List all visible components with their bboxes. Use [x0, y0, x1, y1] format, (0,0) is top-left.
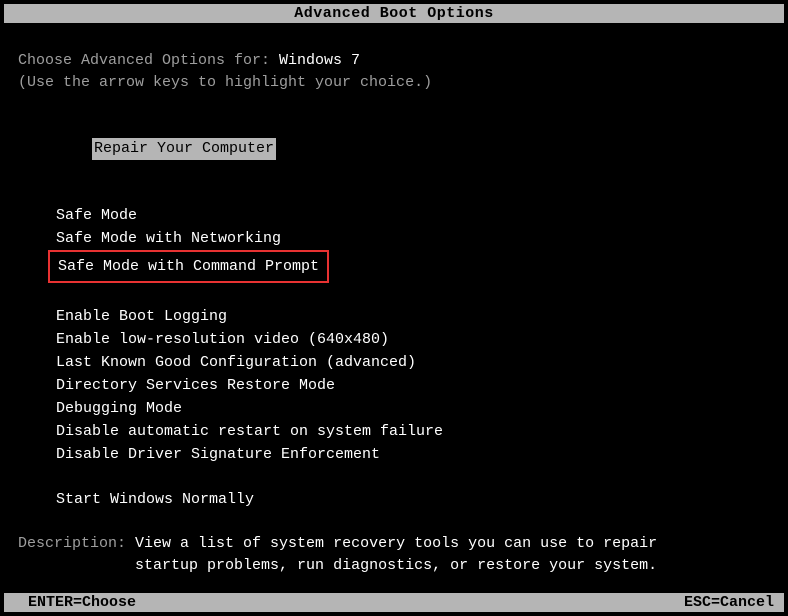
instruction-line: (Use the arrow keys to highlight your ch…	[18, 72, 770, 94]
footer-bar: ENTER=Choose ESC=Cancel	[4, 593, 784, 612]
description-label: Description:	[18, 535, 135, 552]
title-text: Advanced Boot Options	[294, 5, 494, 22]
boot-option-boxed[interactable]: Safe Mode with Command Prompt	[48, 250, 329, 283]
boot-option[interactable]: Disable automatic restart on system fail…	[56, 420, 770, 443]
options-group-3: Start Windows Normally	[56, 488, 770, 511]
prompt-prefix: Choose Advanced Options for:	[18, 52, 279, 69]
options-group-1: Safe Mode Safe Mode with Networking Safe…	[56, 204, 770, 283]
description-text-1: View a list of system recovery tools you…	[135, 535, 657, 552]
boot-option[interactable]: Disable Driver Signature Enforcement	[56, 443, 770, 466]
footer-enter: ENTER=Choose	[28, 594, 136, 611]
boot-option[interactable]: Safe Mode with Networking	[56, 227, 770, 250]
footer-esc: ESC=Cancel	[684, 594, 774, 611]
description-text-2: startup problems, run diagnostics, or re…	[135, 557, 657, 574]
boot-option[interactable]: Enable Boot Logging	[56, 305, 770, 328]
choose-line: Choose Advanced Options for: Windows 7	[18, 50, 770, 72]
description-pad	[18, 557, 135, 574]
boot-option[interactable]: Start Windows Normally	[56, 488, 770, 511]
boot-option[interactable]: Last Known Good Configuration (advanced)	[56, 351, 770, 374]
os-name: Windows 7	[279, 52, 360, 69]
boot-option[interactable]: Safe Mode	[56, 204, 770, 227]
selected-option-row[interactable]: Repair Your Computer	[18, 116, 770, 182]
boot-option[interactable]: Directory Services Restore Mode	[56, 374, 770, 397]
boot-option[interactable]: Enable low-resolution video (640x480)	[56, 328, 770, 351]
options-group-2: Enable Boot Logging Enable low-resolutio…	[56, 305, 770, 466]
boot-option[interactable]: Debugging Mode	[56, 397, 770, 420]
description-block: Description: View a list of system recov…	[18, 533, 770, 577]
selected-option: Repair Your Computer	[92, 138, 276, 160]
title-bar: Advanced Boot Options	[4, 4, 784, 23]
content-area: Choose Advanced Options for: Windows 7 (…	[18, 50, 770, 577]
